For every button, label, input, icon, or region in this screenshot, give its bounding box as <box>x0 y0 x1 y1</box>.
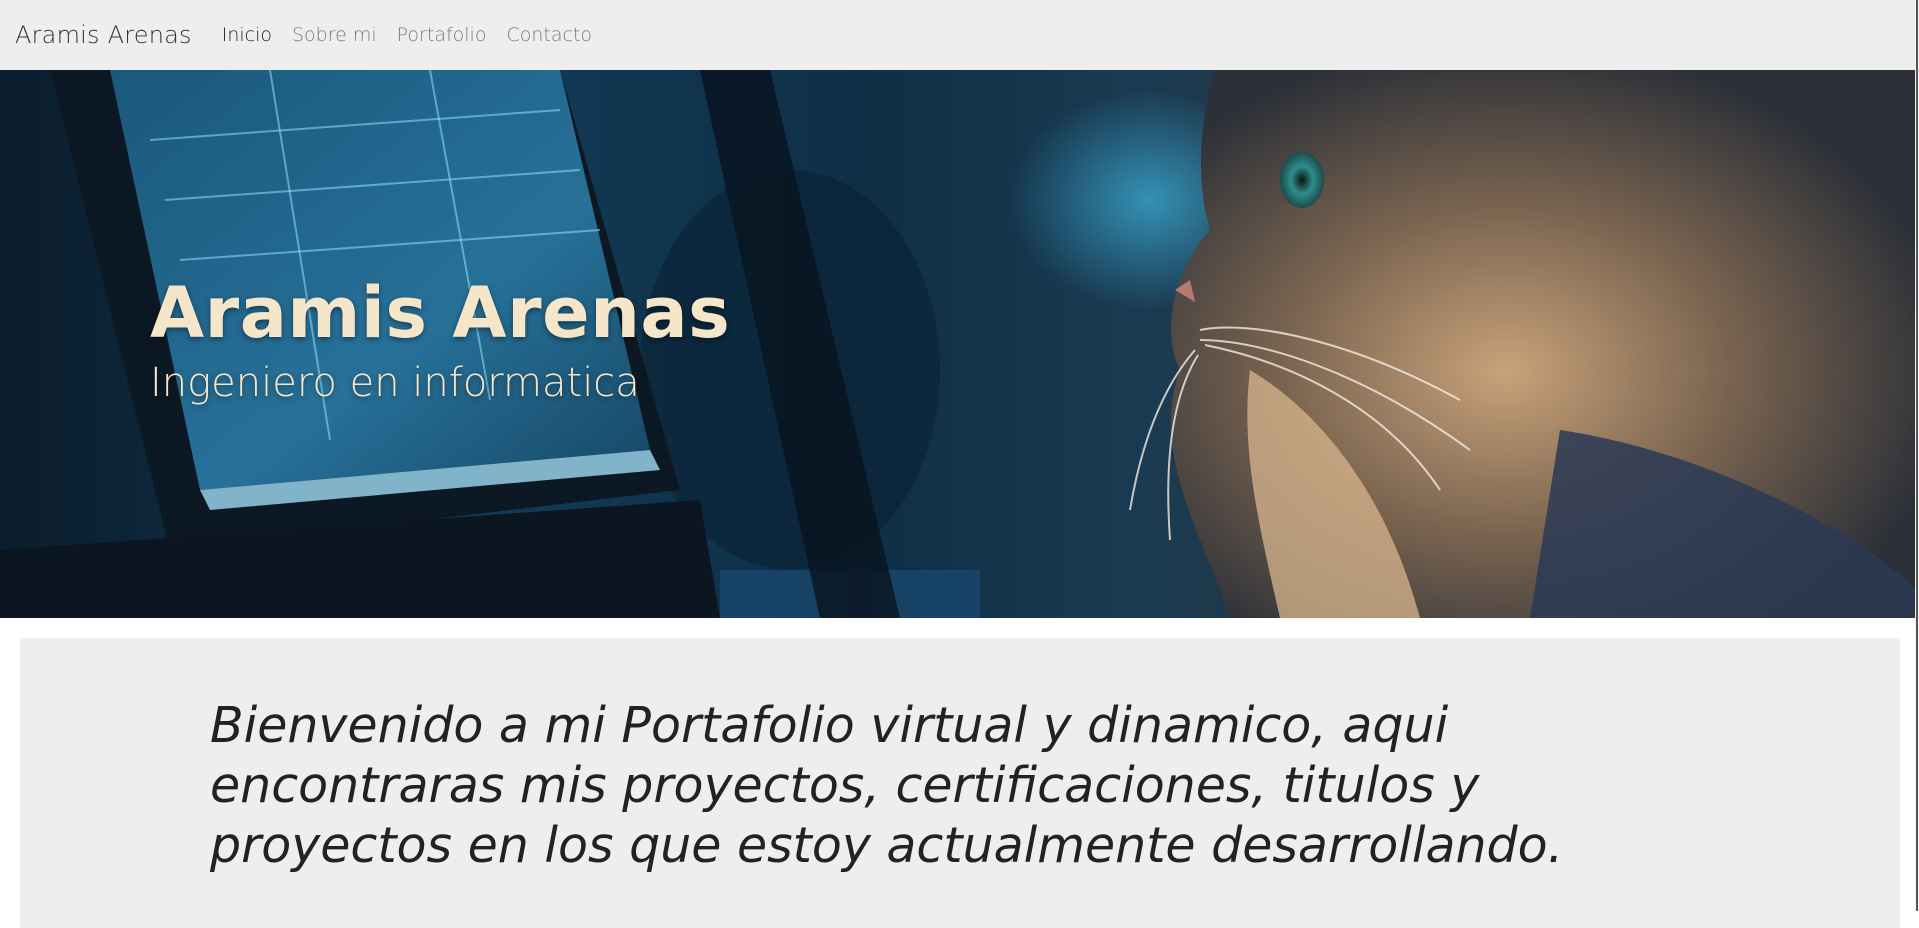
scrollbar-thumb[interactable] <box>1916 0 1918 911</box>
top-navbar: Aramis Arenas Inicio Sobre mi Portafolio… <box>0 0 1915 70</box>
welcome-text: Bienvenido a mi Portafolio virtual y din… <box>210 697 1564 874</box>
hero-subtitle: Ingeniero en informatica <box>150 360 640 406</box>
nav-link-sobre-mi[interactable]: Sobre mi <box>292 24 377 46</box>
nav-link-contacto[interactable]: Contacto <box>506 24 592 46</box>
hero-title: Aramis Arenas <box>150 272 731 354</box>
brand-link[interactable]: Aramis Arenas <box>15 21 192 49</box>
page-scrollbar[interactable] <box>1915 0 1919 911</box>
nav-links: Inicio Sobre mi Portafolio Contacto <box>222 24 592 46</box>
nav-link-inicio[interactable]: Inicio <box>222 24 272 46</box>
hero-banner: Aramis Arenas Ingeniero en informatica <box>0 70 1915 618</box>
welcome-section: Bienvenido a mi Portafolio virtual y din… <box>20 638 1900 928</box>
nav-link-portafolio[interactable]: Portafolio <box>397 24 487 46</box>
